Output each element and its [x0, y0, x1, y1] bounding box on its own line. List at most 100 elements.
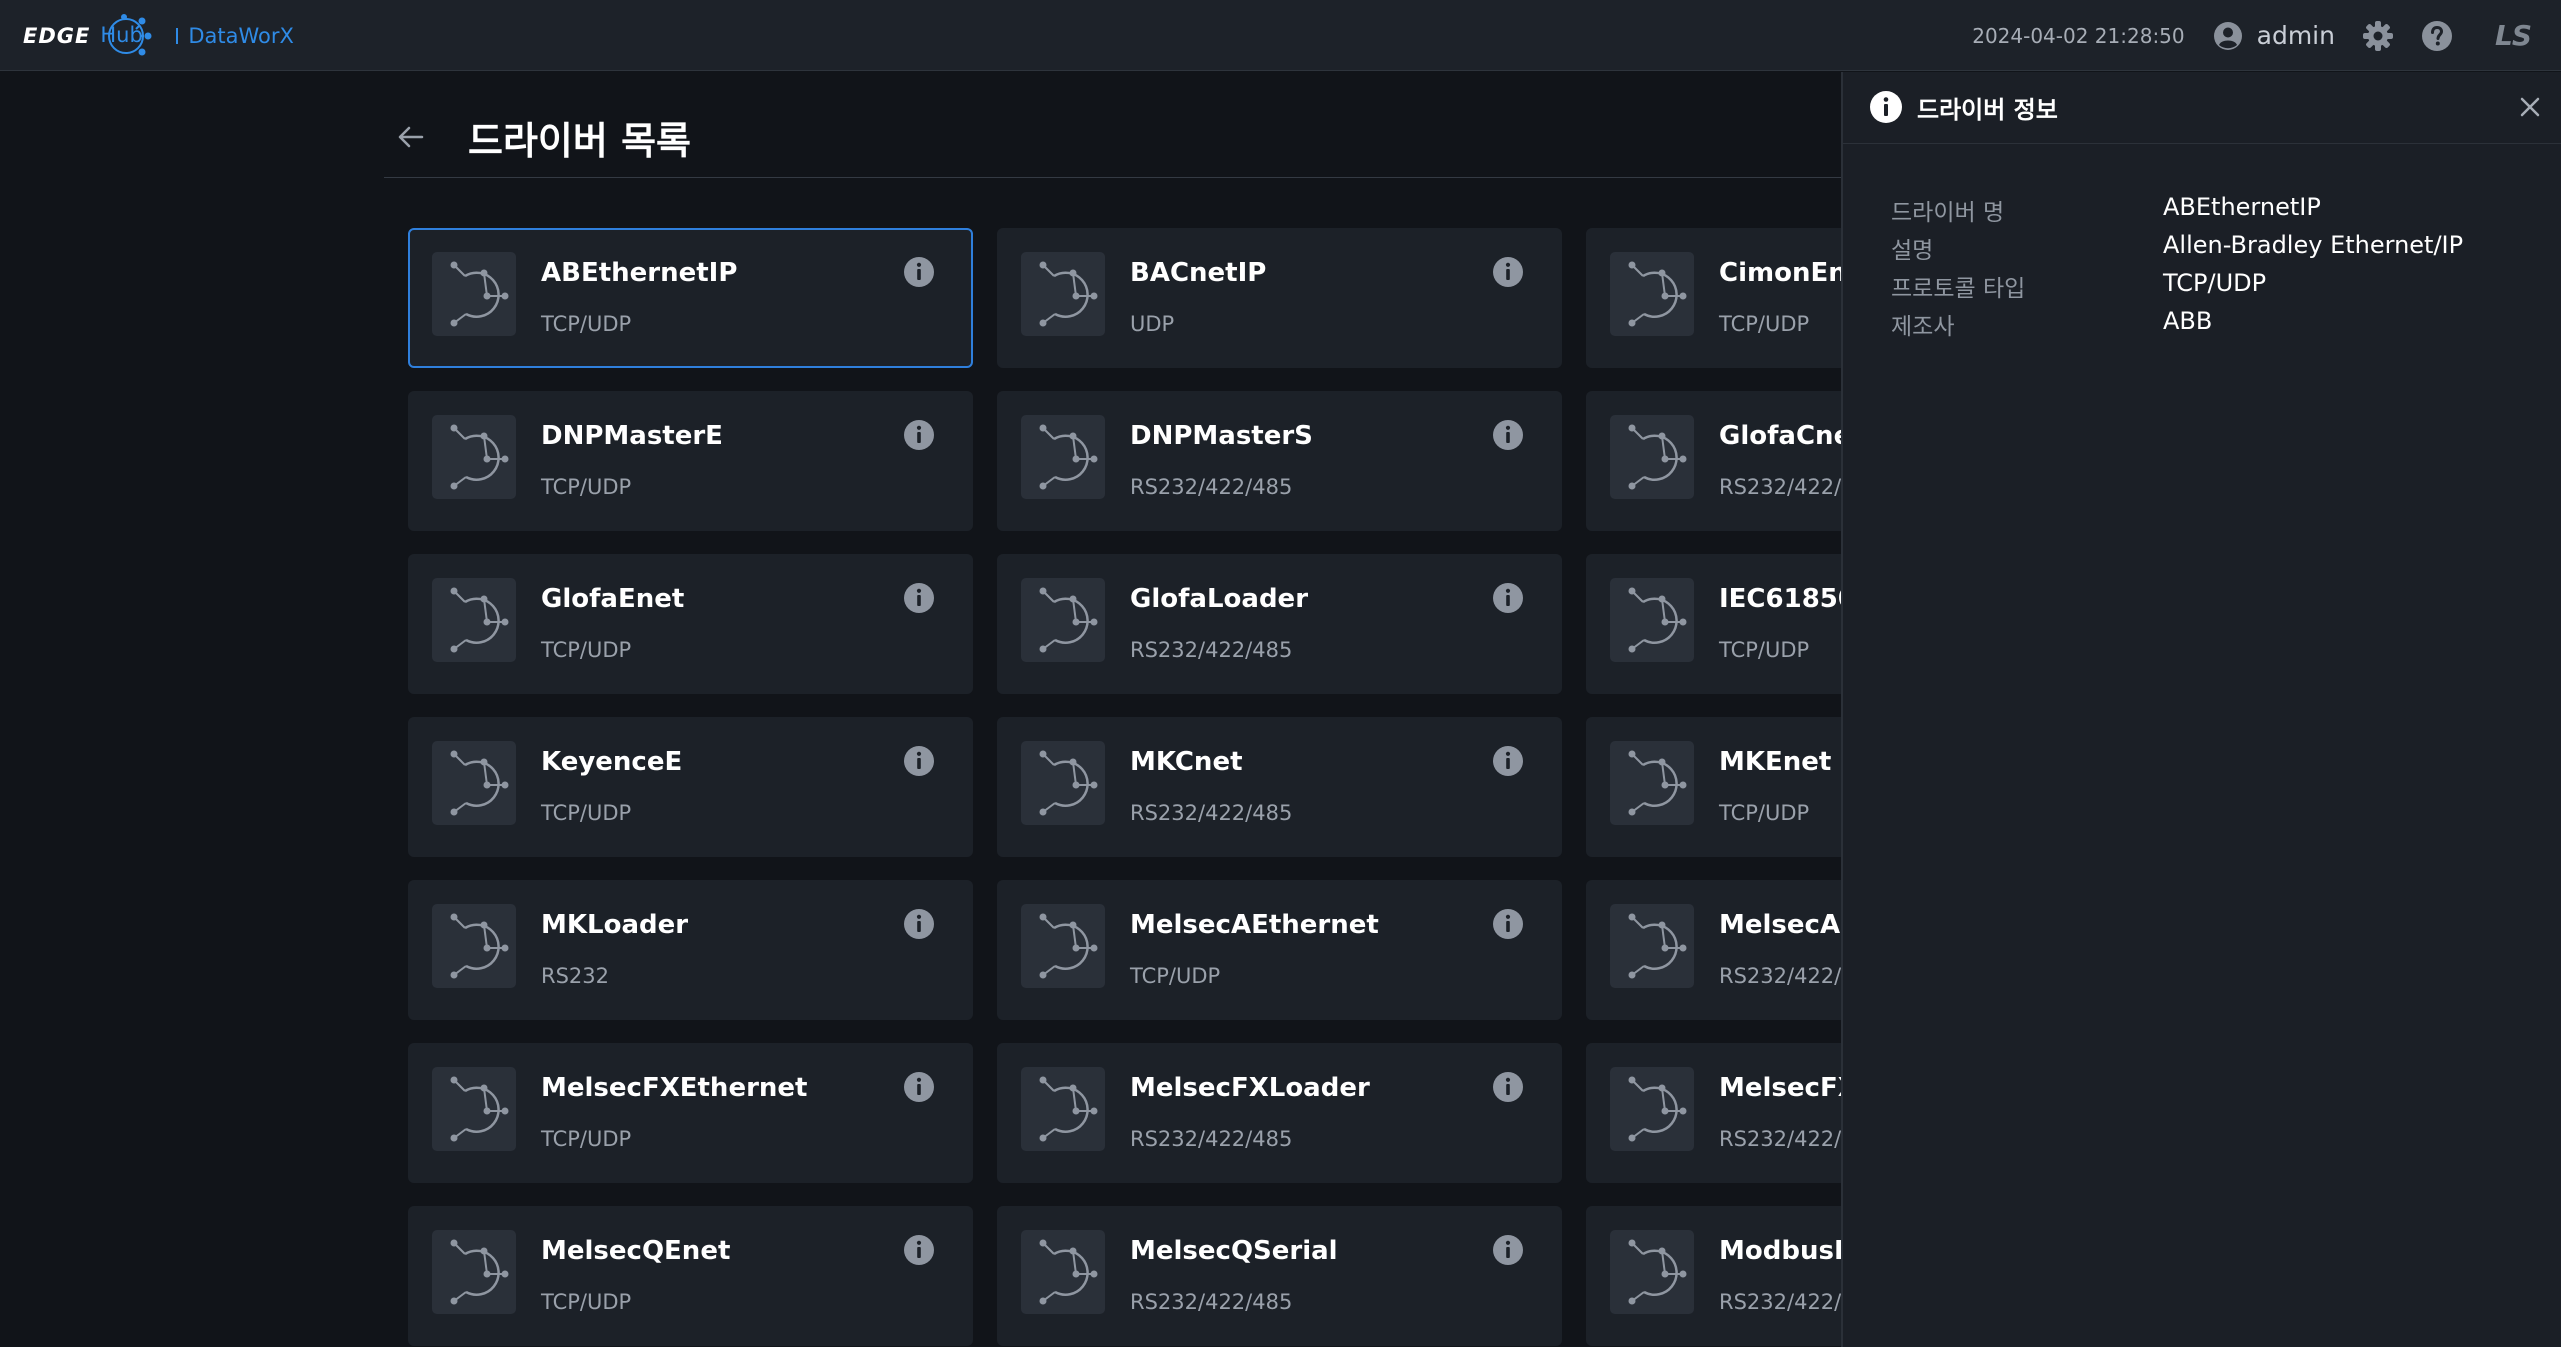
info-field-value: ABEthernetIP [2163, 193, 2321, 221]
driver-node-icon [1610, 904, 1694, 988]
driver-name: ModbusRT [1719, 1236, 1841, 1266]
info-icon[interactable] [903, 582, 935, 614]
info-field-value: ABB [2163, 307, 2213, 335]
driver-name: MelsecQEnet [541, 1236, 731, 1266]
driver-card[interactable]: MelsecFXS RS232/422/4 [1586, 1043, 1841, 1183]
driver-node-icon [1610, 578, 1694, 662]
driver-card[interactable]: GlofaEnet TCP/UDP [408, 554, 973, 694]
info-icon[interactable] [903, 908, 935, 940]
driver-card[interactable]: MKEnet TCP/UDP [1586, 717, 1841, 857]
driver-node-icon [1021, 741, 1105, 825]
driver-card[interactable]: MKCnet RS232/422/485 [997, 717, 1562, 857]
panel-header: 드라이버 정보 [1843, 72, 2561, 144]
info-icon[interactable] [1492, 908, 1524, 940]
logo-edge-text: EDGE [23, 24, 91, 48]
vendor-logo: LS [2494, 19, 2532, 52]
logo-divider [176, 28, 179, 44]
info-field-value: TCP/UDP [2163, 269, 2267, 297]
driver-name: GlofaLoader [1130, 584, 1309, 614]
user-icon[interactable] [2213, 21, 2243, 51]
gear-icon[interactable] [2361, 19, 2395, 53]
driver-node-icon [1610, 415, 1694, 499]
driver-card[interactable]: IEC61850C TCP/UDP [1586, 554, 1841, 694]
info-icon[interactable] [1492, 256, 1524, 288]
info-icon[interactable] [903, 419, 935, 451]
driver-card[interactable]: MelsecFXEthernet TCP/UDP [408, 1043, 973, 1183]
driver-name: MKEnet [1719, 747, 1832, 777]
info-icon[interactable] [903, 1071, 935, 1103]
page-title: 드라이버 목록 [468, 119, 691, 163]
driver-node-icon [1021, 1067, 1105, 1151]
panel-title: 드라이버 정보 [1917, 96, 2058, 124]
driver-node-icon [1610, 741, 1694, 825]
driver-protocol: TCP/UDP [1130, 964, 1221, 988]
driver-protocol: TCP/UDP [541, 312, 632, 336]
driver-name: CimonEne [1719, 258, 1841, 288]
app-logo[interactable]: EDGE Hub DataWorX [23, 14, 294, 56]
driver-card[interactable]: KeyenceE TCP/UDP [408, 717, 973, 857]
info-icon[interactable] [903, 1234, 935, 1266]
driver-node-icon [1610, 252, 1694, 336]
info-icon[interactable] [1492, 419, 1524, 451]
logo-hub-icon: Hub [96, 13, 162, 59]
info-icon[interactable] [903, 745, 935, 777]
driver-node-icon [432, 578, 516, 662]
driver-card[interactable]: MelsecFXLoader RS232/422/485 [997, 1043, 1562, 1183]
driver-card[interactable]: DNPMasterE TCP/UDP [408, 391, 973, 531]
driver-card[interactable]: MelsecAEthernet TCP/UDP [997, 880, 1562, 1020]
driver-protocol: TCP/UDP [1719, 801, 1810, 825]
driver-node-icon [432, 741, 516, 825]
driver-protocol: RS232/422/485 [1130, 1127, 1293, 1151]
back-arrow-icon[interactable] [396, 122, 426, 152]
close-icon[interactable] [2515, 92, 2545, 122]
user-name[interactable]: admin [2257, 21, 2335, 50]
driver-name: BACnetIP [1130, 258, 1267, 288]
driver-name: DNPMasterS [1130, 421, 1313, 451]
driver-node-icon [432, 252, 516, 336]
driver-card[interactable]: MelsecASe RS232/422/4 [1586, 880, 1841, 1020]
info-icon[interactable] [1492, 582, 1524, 614]
info-field-row: 프로토콜 타입 TCP/UDP [1891, 269, 2551, 309]
driver-card[interactable]: GlofaCnet RS232/422/4 [1586, 391, 1841, 531]
driver-protocol: RS232 [541, 964, 610, 988]
driver-protocol: TCP/UDP [541, 475, 632, 499]
info-field-row: 드라이버 명 ABEthernetIP [1891, 193, 2551, 233]
info-field-label: 프로토콜 타입 [1891, 276, 2026, 302]
driver-node-icon [1021, 415, 1105, 499]
driver-card[interactable]: MelsecQEnet TCP/UDP [408, 1206, 973, 1346]
driver-card[interactable]: ABEthernetIP TCP/UDP [408, 228, 973, 368]
driver-name: IEC61850C [1719, 584, 1841, 614]
driver-protocol: TCP/UDP [541, 801, 632, 825]
driver-card[interactable]: MelsecQSerial RS232/422/485 [997, 1206, 1562, 1346]
info-icon[interactable] [903, 256, 935, 288]
driver-name: MelsecFXS [1719, 1073, 1841, 1103]
driver-protocol: TCP/UDP [1719, 312, 1810, 336]
driver-card[interactable]: DNPMasterS RS232/422/485 [997, 391, 1562, 531]
driver-name: GlofaEnet [541, 584, 685, 614]
info-field-row: 제조사 ABB [1891, 307, 2551, 347]
driver-node-icon [432, 904, 516, 988]
logo-hub-text: Hub [100, 23, 143, 47]
driver-protocol: RS232/422/485 [1130, 801, 1293, 825]
driver-protocol: TCP/UDP [541, 638, 632, 662]
driver-card[interactable]: BACnetIP UDP [997, 228, 1562, 368]
driver-name: MKCnet [1130, 747, 1243, 777]
page-header: 드라이버 목록 [384, 100, 1841, 178]
driver-card[interactable]: MKLoader RS232 [408, 880, 973, 1020]
help-icon[interactable] [2421, 20, 2453, 52]
driver-card[interactable]: ModbusRT RS232/422/4 [1586, 1206, 1841, 1346]
driver-name: MelsecAEthernet [1130, 910, 1379, 940]
info-icon[interactable] [1492, 745, 1524, 777]
info-icon[interactable] [1492, 1234, 1524, 1266]
info-icon[interactable] [1492, 1071, 1524, 1103]
top-bar-right: 2024-04-02 21:28:50 admin LS [1972, 0, 2561, 71]
driver-node-icon [432, 415, 516, 499]
driver-card[interactable]: CimonEne TCP/UDP [1586, 228, 1841, 368]
driver-protocol: TCP/UDP [541, 1127, 632, 1151]
driver-node-icon [432, 1067, 516, 1151]
info-icon [1870, 91, 1902, 123]
driver-name: MKLoader [541, 910, 689, 940]
driver-list-page: 드라이버 목록 ABEthernetIP TCP/UDP BACnetIP UDP Ci… [0, 72, 1841, 1347]
driver-info-panel: 드라이버 정보 드라이버 명 ABEthernetIP 설명 Allen-Bradle… [1841, 72, 2561, 1347]
driver-card[interactable]: GlofaLoader RS232/422/485 [997, 554, 1562, 694]
